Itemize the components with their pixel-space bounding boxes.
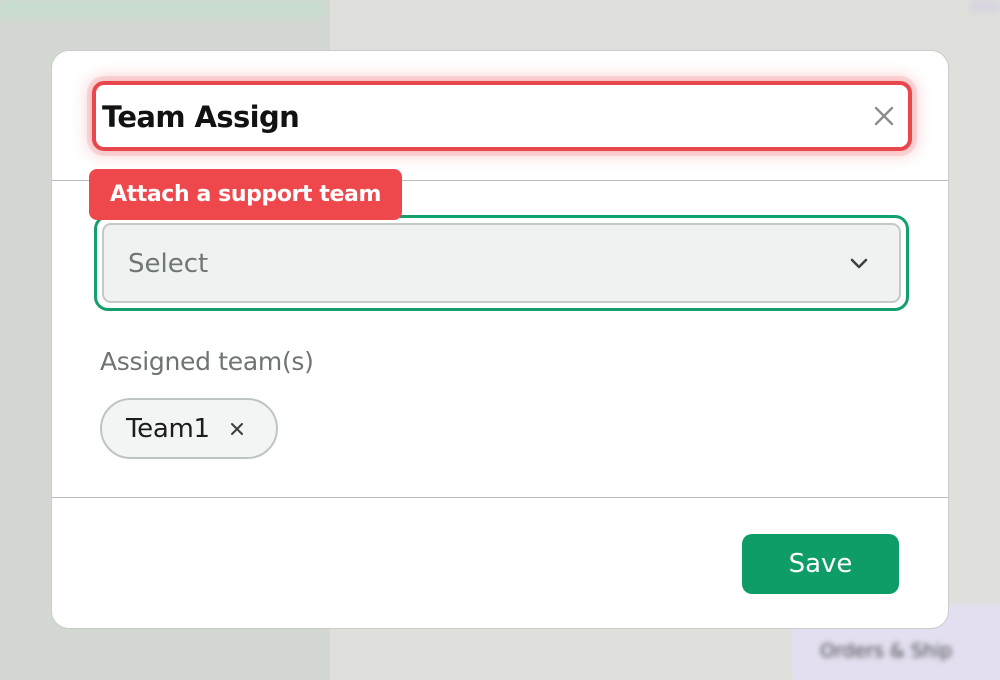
team-chip-label: Team1: [126, 414, 210, 444]
team-assign-modal: Select Attach a support team Assigned te…: [51, 50, 949, 629]
title-input[interactable]: [102, 97, 862, 137]
team-select-focus-ring: Select: [94, 215, 909, 311]
save-button[interactable]: Save: [742, 534, 899, 594]
close-icon[interactable]: [870, 102, 898, 130]
background-nav-label: Orders & Ship: [820, 640, 953, 662]
assigned-teams-label: Assigned team(s): [100, 347, 314, 376]
close-icon[interactable]: [229, 421, 245, 437]
team-select[interactable]: Select: [102, 223, 901, 303]
validation-tooltip: Attach a support team: [89, 169, 402, 220]
team-select-placeholder: Select: [128, 249, 209, 279]
background-top-strip: [0, 0, 325, 18]
team-chip: Team1: [100, 398, 278, 459]
chevron-down-icon: [849, 255, 869, 269]
footer-divider: [52, 497, 948, 498]
title-field: [92, 81, 912, 151]
background-top-right-accent: [970, 0, 1000, 12]
